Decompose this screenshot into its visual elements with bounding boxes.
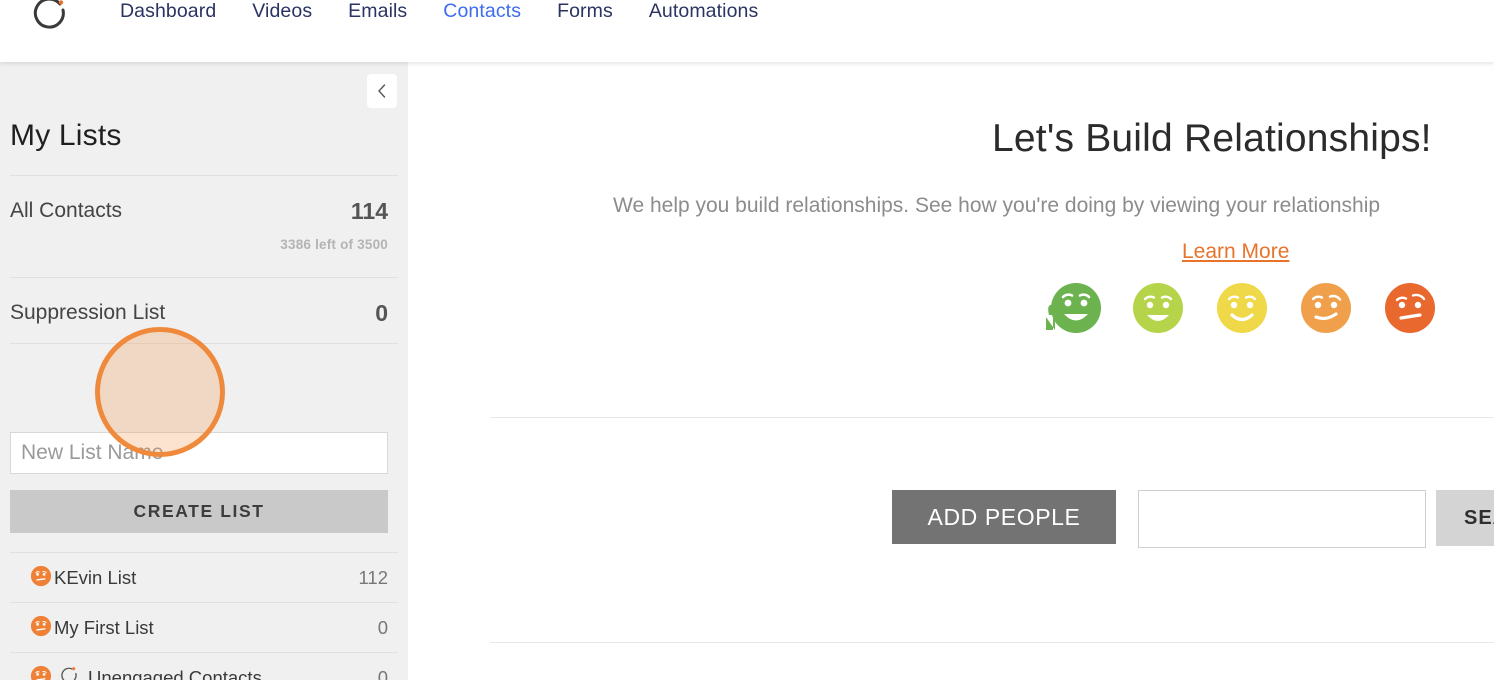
list-item-count: 0 bbox=[377, 617, 388, 638]
list-item-label: Unengaged Contacts bbox=[88, 667, 262, 680]
refresh-cycle-icon bbox=[60, 666, 80, 680]
list-item-count: 112 bbox=[358, 567, 389, 588]
list-item-label: KEvin List bbox=[54, 567, 137, 588]
neutral-face-icon bbox=[30, 615, 52, 642]
circle-ring-logo-icon[interactable] bbox=[30, 0, 78, 38]
nav-item-dashboard[interactable]: Dashboard bbox=[120, 0, 216, 34]
engagement-scale bbox=[1033, 277, 1437, 344]
sidebar-collapse-button[interactable] bbox=[367, 74, 397, 108]
nav-item-videos[interactable]: Videos bbox=[252, 0, 312, 34]
sidebar-panel: My Lists All Contacts 114 3386 left of 3… bbox=[0, 62, 408, 680]
slightly-happy-face-icon[interactable] bbox=[1215, 281, 1269, 340]
page-title: Let's Build Relationships! bbox=[992, 117, 1432, 160]
search-input[interactable] bbox=[1138, 490, 1426, 548]
top-navigation-bar: Dashboard Videos Emails Contacts Forms A… bbox=[0, 0, 1494, 62]
all-contacts-count: 114 bbox=[350, 197, 388, 224]
search-button[interactable]: SEARCH bbox=[1436, 490, 1494, 546]
new-list-name-input[interactable] bbox=[10, 432, 388, 474]
sidebar-title: My Lists bbox=[10, 119, 122, 152]
neutral-face-icon[interactable] bbox=[1299, 281, 1353, 340]
list-item-my-first-list[interactable]: My First List 0 bbox=[0, 603, 408, 653]
divider bbox=[10, 175, 398, 176]
contact-actions-row: ADD PEOPLE SEARCH bbox=[892, 490, 1494, 548]
all-contacts-quota: 3386 left of 3500 bbox=[280, 237, 388, 252]
app-root: Dashboard Videos Emails Contacts Forms A… bbox=[0, 0, 1494, 680]
list-item-unengaged-contacts[interactable]: Unengaged Contacts 0 bbox=[0, 653, 408, 680]
list-item-count: 0 bbox=[377, 667, 388, 680]
sidebar-item-all-contacts[interactable]: All Contacts 114 bbox=[0, 190, 408, 232]
happy-face-icon[interactable] bbox=[1131, 281, 1185, 340]
unamused-face-icon[interactable] bbox=[1383, 281, 1437, 340]
very-happy-face-icon[interactable] bbox=[1033, 277, 1101, 344]
suppression-list-label: Suppression List bbox=[10, 301, 166, 324]
create-list-button[interactable]: CREATE LIST bbox=[10, 490, 388, 533]
list-item-kevin-list[interactable]: KEvin List 112 bbox=[0, 553, 408, 603]
neutral-face-icon bbox=[30, 665, 52, 680]
all-contacts-label: All Contacts bbox=[10, 199, 123, 222]
sidebar-item-suppression-list[interactable]: Suppression List 0 bbox=[0, 290, 408, 336]
neutral-face-icon bbox=[30, 565, 52, 592]
page-subtitle: We help you build relationships. See how… bbox=[613, 194, 1381, 217]
list-item-label: My First List bbox=[54, 617, 154, 638]
divider bbox=[10, 277, 398, 278]
add-people-button[interactable]: ADD PEOPLE bbox=[892, 490, 1116, 544]
nav-item-emails[interactable]: Emails bbox=[348, 0, 407, 34]
suppression-list-count: 0 bbox=[375, 299, 388, 326]
chevron-left-icon bbox=[376, 83, 388, 99]
learn-more-link[interactable]: Learn More bbox=[1182, 240, 1289, 264]
main-content: Let's Build Relationships! We help you b… bbox=[408, 62, 1494, 680]
nav-item-contacts[interactable]: Contacts bbox=[443, 0, 521, 34]
divider bbox=[490, 417, 1494, 418]
nav-item-automations[interactable]: Automations bbox=[649, 0, 759, 34]
nav-item-forms[interactable]: Forms bbox=[557, 0, 613, 34]
divider bbox=[490, 642, 1494, 643]
divider bbox=[10, 343, 398, 344]
nav-links: Dashboard Videos Emails Contacts Forms A… bbox=[120, 0, 758, 34]
